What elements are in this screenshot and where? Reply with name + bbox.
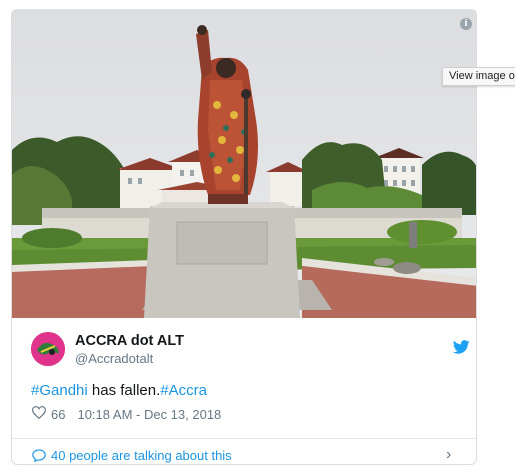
info-icon[interactable]: i: [460, 18, 472, 30]
timestamp-link[interactable]: 10:18 AM - Dec 13, 2018: [77, 407, 221, 422]
twitter-bird-icon[interactable]: [452, 340, 470, 359]
author-handle[interactable]: @Accradotalt: [75, 351, 153, 366]
tweet-meta: 66 10:18 AM - Dec 13, 2018: [31, 406, 221, 422]
like-count[interactable]: 66: [51, 407, 65, 422]
hashtag-gandhi-link[interactable]: #Gandhi: [31, 382, 88, 399]
chevron-right-icon[interactable]: ›: [446, 446, 451, 464]
tweet-text: #Gandhi has fallen.#Accra: [31, 382, 207, 399]
heart-icon[interactable]: [31, 406, 47, 422]
tweet-body-text: has fallen.: [87, 382, 161, 399]
tweet-photo[interactable]: [12, 10, 476, 318]
divider: [12, 438, 476, 439]
avatar[interactable]: [31, 332, 65, 366]
view-image-tooltip: View image on Twitter: [442, 67, 515, 86]
conversation-label: 40 people are talking about this: [51, 448, 232, 463]
conversation-link[interactable]: 40 people are talking about this: [32, 448, 232, 463]
author-name[interactable]: ACCRA dot ALT: [75, 333, 184, 349]
speech-bubble-icon: [32, 449, 46, 462]
tweet-card[interactable]: i ACCRA dot ALT @Accradotalt #Gandhi has…: [11, 9, 477, 465]
hashtag-accra-link[interactable]: #Accra: [160, 382, 207, 399]
